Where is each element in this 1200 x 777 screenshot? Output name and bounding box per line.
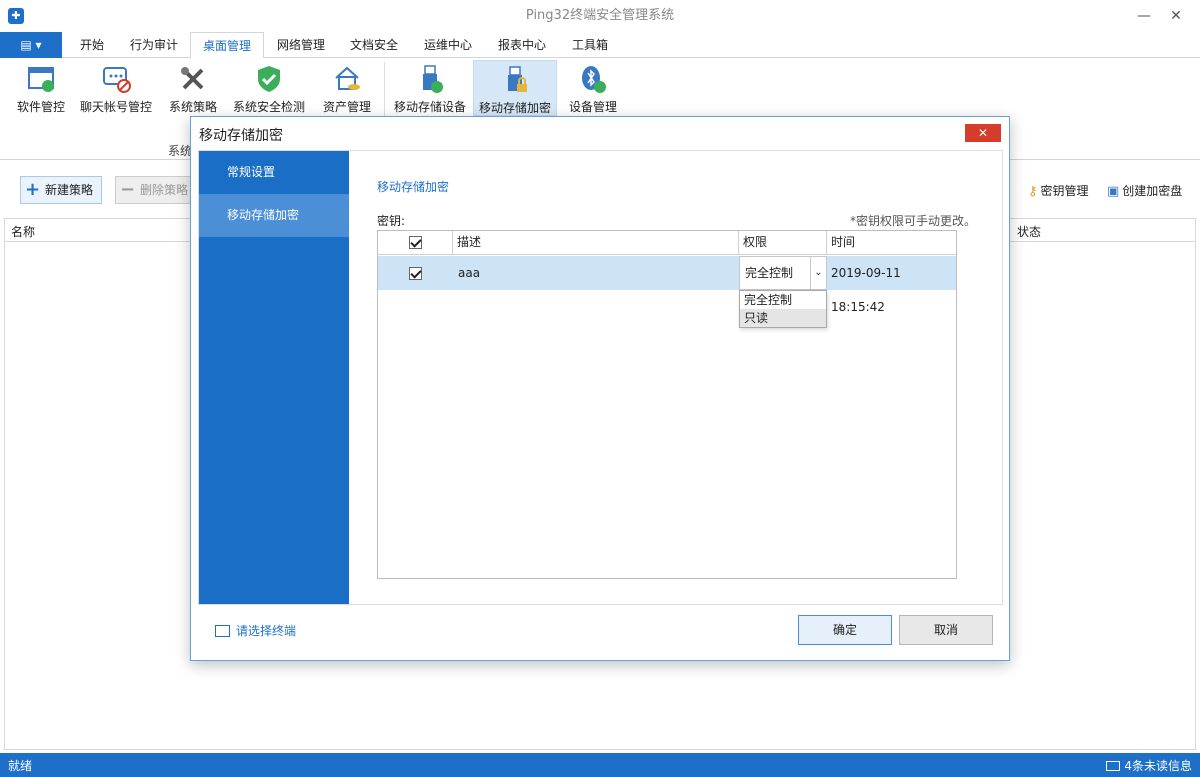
ribbon-device-management[interactable]: 设备管理 xyxy=(562,60,624,116)
dialog-title-bar: 移动存储加密 ✕ xyxy=(191,117,1009,150)
select-terminal-link[interactable]: 请选择终端 xyxy=(215,622,296,639)
ok-button[interactable]: 确定 xyxy=(798,615,892,645)
tools-icon xyxy=(181,67,204,90)
close-window-button[interactable]: ✕ xyxy=(1160,0,1192,32)
sidebar-item-general[interactable]: 常规设置 xyxy=(199,151,349,194)
header-desc[interactable]: 描述 xyxy=(453,231,739,255)
grid-header: 描述 权限 时间 xyxy=(378,231,956,255)
window-shield-icon xyxy=(28,67,54,92)
dialog-content: 移动存储加密 密钥: *密钥权限可手动更改。 描述 权限 时间 aaa 完全控制… xyxy=(349,151,1002,604)
usb-check-icon xyxy=(423,65,443,93)
usb-lock-icon xyxy=(508,66,527,92)
ribbon-separator xyxy=(384,62,385,122)
monitor-icon xyxy=(215,625,230,637)
row-time: 2019-09-11 18:15:42 xyxy=(831,266,901,314)
tab-start[interactable]: 开始 xyxy=(68,32,116,58)
tab-desktop-management[interactable]: 桌面管理 xyxy=(190,32,265,59)
unread-messages[interactable]: 4条未读信息 xyxy=(1106,757,1192,774)
ribbon-removable-storage-device[interactable]: 移动存储设备 xyxy=(392,60,468,116)
ribbon-software-control[interactable]: 软件管控 xyxy=(10,60,72,116)
ribbon-removable-storage-encryption[interactable]: 移动存储加密 xyxy=(473,60,557,116)
status-bar: 就绪 4条未读信息 xyxy=(0,753,1200,777)
plus-icon: + xyxy=(25,179,41,200)
minus-icon: − xyxy=(120,179,136,200)
window-title: Ping32终端安全管理系统 xyxy=(525,8,675,23)
sidebar-item-encryption[interactable]: 移动存储加密 xyxy=(199,194,349,237)
row-checkbox-cell xyxy=(378,256,453,290)
ribbon-asset-management[interactable]: 资产管理 xyxy=(318,60,376,116)
dialog-footer: 请选择终端 确定 取消 xyxy=(191,605,1009,661)
shield-check-icon xyxy=(258,66,280,92)
delete-policy-button[interactable]: − 删除策略 xyxy=(115,176,198,204)
dialog-title: 移动存储加密 xyxy=(199,128,283,144)
section-title: 移动存储加密 xyxy=(377,180,450,194)
new-policy-button[interactable]: + 新建策略 xyxy=(20,176,103,204)
key-note: *密钥权限可手动更改。 xyxy=(849,214,976,228)
select-all-checkbox[interactable] xyxy=(408,236,422,249)
app-menu-button[interactable]: ▤ ▾ xyxy=(0,32,62,58)
disk-lock-icon: ▣ xyxy=(1107,184,1120,199)
header-permission[interactable]: 权限 xyxy=(739,231,827,255)
tab-report-center[interactable]: 报表中心 xyxy=(486,32,558,58)
permission-dropdown: 完全控制 只读 xyxy=(739,290,827,328)
ribbon-chat-account-control[interactable]: 聊天帐号管控 xyxy=(76,60,156,116)
cancel-button[interactable]: 取消 xyxy=(899,615,993,645)
column-status[interactable]: 状态 xyxy=(1017,223,1041,240)
ribbon-group-label: 系统 xyxy=(168,144,193,158)
ribbon-security-check[interactable]: 系统安全检测 xyxy=(230,60,308,116)
header-time[interactable]: 时间 xyxy=(827,231,956,255)
chat-block-icon xyxy=(103,67,131,93)
option-full-control[interactable]: 完全控制 xyxy=(740,291,826,309)
permission-select[interactable]: 完全控制 ⌄ xyxy=(739,256,827,290)
tab-toolbox[interactable]: 工具箱 xyxy=(560,32,620,58)
row-checkbox[interactable] xyxy=(409,267,422,280)
bluetooth-shield-icon xyxy=(582,66,606,93)
encryption-dialog: 移动存储加密 ✕ 常规设置 移动存储加密 移动存储加密 密钥: *密钥权限可手动… xyxy=(190,116,1010,661)
house-coins-icon xyxy=(335,66,360,90)
chevron-down-icon[interactable]: ⌄ xyxy=(810,257,826,289)
column-name[interactable]: 名称 xyxy=(11,223,35,240)
minimize-button[interactable]: — xyxy=(1128,0,1160,32)
key-grid: 描述 权限 时间 aaa 完全控制 ⌄ 2019-09-11 18:15:42 … xyxy=(377,230,957,579)
title-bar: ✚ Ping32终端安全管理系统 — ✕ xyxy=(0,0,1200,32)
dialog-sidebar: 常规设置 移动存储加密 xyxy=(199,151,349,604)
header-select-all[interactable] xyxy=(378,231,453,255)
mail-icon xyxy=(1106,761,1121,771)
key-management-button[interactable]: ⚷ 密钥管理 xyxy=(1028,182,1089,199)
key-label: 密钥: xyxy=(377,214,406,228)
option-read-only[interactable]: 只读 xyxy=(740,309,826,327)
menu-bar: ▤ ▾ 开始 行为审计 桌面管理 网络管理 文档安全 运维中心 报表中心 工具箱 xyxy=(0,32,1200,59)
tab-ops-center[interactable]: 运维中心 xyxy=(412,32,484,58)
table-row[interactable]: aaa 完全控制 ⌄ 2019-09-11 18:15:42 xyxy=(378,256,956,314)
tab-behavior-audit[interactable]: 行为审计 xyxy=(118,32,190,58)
ribbon-system-policy[interactable]: 系统策略 xyxy=(164,60,222,116)
create-encrypted-disk-button[interactable]: ▣ 创建加密盘 xyxy=(1107,182,1182,199)
dialog-close-button[interactable]: ✕ xyxy=(965,124,1001,142)
tab-network-management[interactable]: 网络管理 xyxy=(265,32,337,58)
dialog-body: 常规设置 移动存储加密 移动存储加密 密钥: *密钥权限可手动更改。 描述 权限… xyxy=(198,150,1003,605)
tab-document-security[interactable]: 文档安全 xyxy=(338,32,410,58)
status-text: 就绪 xyxy=(8,759,33,773)
row-desc: aaa xyxy=(458,266,481,280)
key-icon: ⚷ xyxy=(1028,184,1038,199)
